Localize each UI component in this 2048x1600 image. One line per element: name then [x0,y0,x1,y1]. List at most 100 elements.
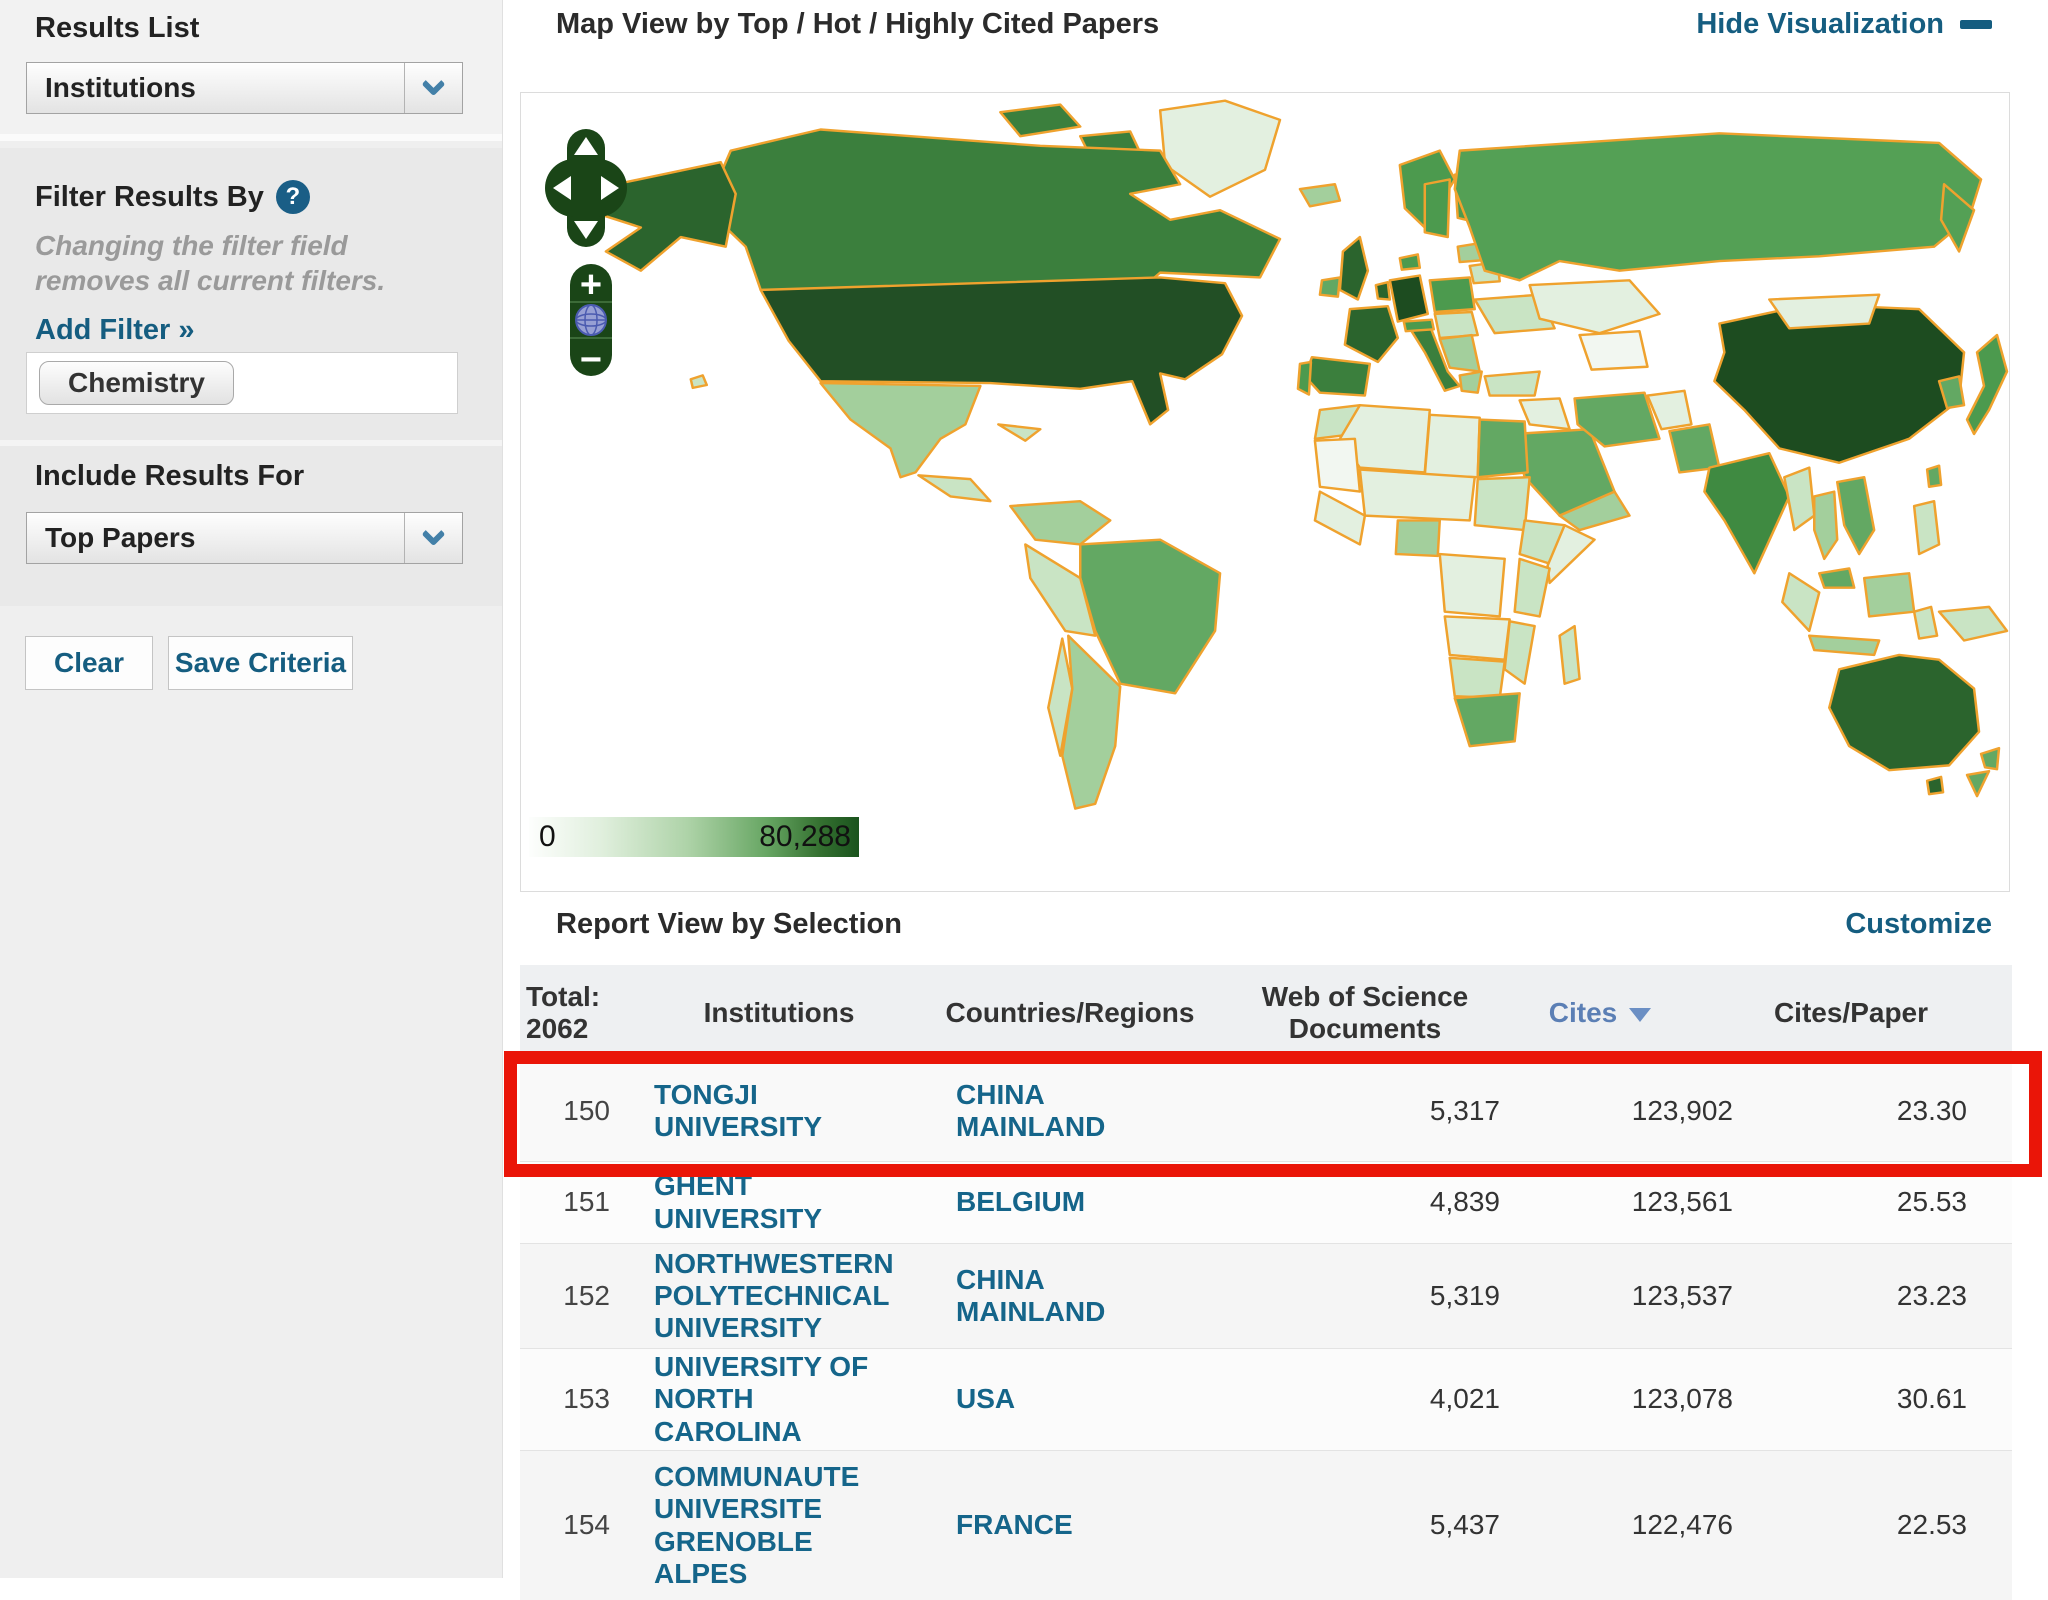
country-poland[interactable] [1430,277,1475,312]
country-mexico[interactable] [821,383,981,477]
country-spain[interactable] [1305,357,1370,395]
include-results-value: Top Papers [27,522,404,554]
hide-visualization-link[interactable]: Hide Visualization [1696,8,1992,41]
customize-link[interactable]: Customize [1845,908,1992,941]
country-shape[interactable] [1505,621,1535,683]
zoom-out-button[interactable]: − [580,339,602,381]
world-map[interactable] [521,93,2009,823]
country-mongolia[interactable] [1769,295,1879,329]
country-shape[interactable] [1315,439,1360,492]
country-shape[interactable] [1460,372,1482,393]
country-usa[interactable] [761,277,1242,424]
country-sweden[interactable] [1425,179,1450,237]
country-japan[interactable] [1967,335,2007,434]
country-vietnam[interactable] [1837,477,1874,554]
country-germany[interactable] [1390,276,1428,322]
include-results-select[interactable]: Top Papers [26,512,463,564]
col-header-cites-per-paper[interactable]: Cites/Paper [1760,997,2012,1029]
country-new-zealand[interactable] [1967,771,1989,796]
table-row: 152 NORTHWESTERN POLYTECHNICAL UNIVERSIT… [520,1243,2012,1348]
country-portugal[interactable] [1298,362,1311,395]
country-australia[interactable] [1829,655,1979,770]
country-shape[interactable] [1440,554,1505,616]
country-shape[interactable] [1927,777,1943,794]
institution-link[interactable]: TONGJI UNIVERSITY [654,1079,909,1143]
col-header-cites-sort[interactable]: Cites [1510,997,1760,1029]
country-shape[interactable] [691,375,707,387]
country-malaysia[interactable] [1819,568,1854,587]
country-france[interactable] [1345,306,1398,362]
map-legend: 0 80,288 [529,817,859,857]
country-ireland[interactable] [1320,277,1340,296]
country-shape[interactable] [1010,501,1110,544]
country-shape[interactable] [1400,254,1420,269]
col-header-institutions[interactable]: Institutions [638,997,920,1029]
clear-button[interactable]: Clear [25,636,153,690]
country-shape[interactable] [1475,477,1530,530]
country-libya[interactable] [1425,415,1480,477]
country-shape[interactable] [918,475,990,501]
country-iceland[interactable] [1300,184,1340,206]
country-shape[interactable] [1939,607,2007,641]
results-list-select[interactable]: Institutions [26,62,463,114]
docs-cell: 5,319 [1220,1280,1510,1312]
help-icon[interactable]: ? [276,180,310,214]
country-shape[interactable] [1515,559,1550,617]
country-shape[interactable] [998,424,1040,440]
col-header-countries[interactable]: Countries/Regions [920,997,1220,1029]
docs-cell: 4,839 [1220,1186,1510,1218]
cites-per-paper-cell: 25.53 [1760,1186,2012,1218]
institution-link[interactable]: UNIVERSITY OF NORTH CAROLINA [654,1351,909,1448]
institution-link[interactable]: COMMUNAUTE UNIVERSITE GRENOBLE ALPES [654,1461,909,1590]
country-nigeria[interactable] [1396,520,1440,556]
world-map-panel: + − 0 80,288 [520,92,2010,892]
country-shape[interactable] [1376,282,1390,299]
country-link[interactable]: BELGIUM [956,1186,1141,1218]
globe-reset-button[interactable] [576,305,606,335]
results-list-value: Institutions [27,72,404,104]
country-link[interactable]: FRANCE [956,1509,1141,1541]
country-india[interactable] [1704,453,1789,573]
country-thailand[interactable] [1814,492,1837,559]
country-taiwan[interactable] [1927,466,1941,487]
country-link[interactable]: CHINA MAINLAND [956,1079,1141,1143]
country-link[interactable]: CHINA MAINLAND [956,1264,1141,1328]
country-shape[interactable] [1784,468,1814,530]
country-south-africa[interactable] [1455,693,1520,746]
filter-note-line1: Changing the filter field [35,228,502,263]
filters-sidebar: Results List Institutions Filter Results… [0,0,503,1578]
country-shape[interactable] [1315,492,1365,545]
save-criteria-button[interactable]: Save Criteria [168,636,353,690]
country-shape[interactable] [1580,331,1648,369]
country-shape[interactable] [1450,658,1505,698]
cites-cell: 123,537 [1510,1280,1760,1312]
institution-link[interactable]: NORTHWESTERN POLYTECHNICAL UNIVERSITY [654,1248,909,1345]
map-controls: + − [545,129,645,429]
institution-link[interactable]: GHENT UNIVERSITY [654,1170,909,1234]
country-new-zealand[interactable] [1981,748,1999,769]
docs-cell: 5,437 [1220,1509,1510,1541]
country-uk[interactable] [1340,237,1368,299]
zoom-in-button[interactable]: + [580,264,602,306]
country-shape[interactable] [1360,470,1475,521]
country-shape[interactable] [1404,320,1434,332]
country-egypt[interactable] [1478,420,1528,478]
main-content: Map View by Top / Hot / Highly Cited Pap… [520,0,2012,1578]
country-shape[interactable] [1864,573,1914,616]
country-china[interactable] [1714,304,1964,462]
country-shape[interactable] [1782,573,1819,631]
col-header-docs[interactable]: Web of Science Documents [1220,981,1510,1045]
country-link[interactable]: USA [956,1383,1141,1415]
country-madagascar[interactable] [1560,626,1580,684]
chemistry-filter-button[interactable]: Chemistry [39,361,234,405]
add-filter-link[interactable]: Add Filter » [35,314,502,347]
country-pakistan[interactable] [1669,424,1719,472]
country-shape[interactable] [1000,105,1080,137]
country-philippines[interactable] [1914,501,1939,554]
country-shape[interactable] [1520,398,1570,429]
country-indonesia[interactable] [1809,636,1879,655]
country-turkey[interactable] [1485,372,1540,396]
country-russia[interactable] [1455,133,1981,280]
country-shape[interactable] [1914,607,1937,639]
country-shape[interactable] [1445,616,1510,659]
